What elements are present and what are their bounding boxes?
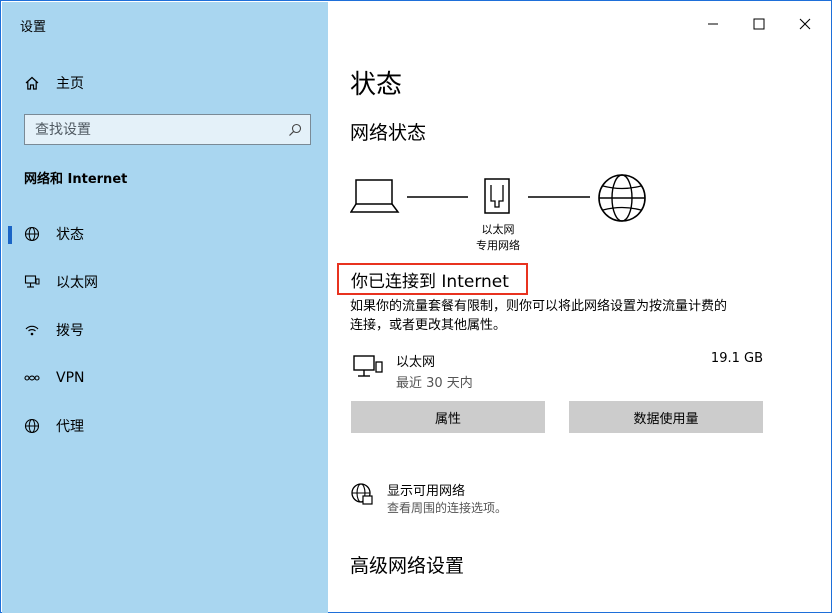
sidebar-item-label: 以太网 [56,275,98,291]
sidebar-item-label: 代理 [56,419,84,435]
sidebar-item-label: VPN [56,370,85,386]
home-label: 主页 [56,76,84,92]
globe-status-icon [24,226,40,242]
page-title: 状态 [350,70,403,100]
sidebar-item-label: 状态 [56,227,84,243]
home-icon [25,76,39,90]
sidebar: 设置 主页 网络和 Internet 状态 [2,2,328,613]
app-title: 设置 [20,20,47,35]
home-nav-item[interactable]: 主页 [24,72,84,94]
sidebar-item-proxy[interactable]: 代理 [2,409,328,443]
internet-globe-icon [598,174,646,222]
adapter-caption: 以太网 专用网络 [465,222,531,254]
ethernet-icon [24,274,40,290]
show-networks-subtitle: 查看周围的连接选项。 [387,501,508,515]
dialup-icon [24,322,40,338]
ethernet-adapter-icon [484,178,510,214]
search-input[interactable] [35,121,288,138]
sidebar-item-dialup[interactable]: 拨号 [2,313,328,347]
show-networks-icon [351,483,373,505]
adapter-name: 以太网 [481,223,515,236]
connected-status: 你已连接到 Internet [337,263,528,295]
sidebar-item-status[interactable]: 状态 [2,217,328,251]
search-box [24,114,311,145]
search-icon[interactable] [288,123,302,137]
adapter-network-type: 专用网络 [476,239,520,252]
properties-button[interactable]: 属性 [351,401,545,433]
laptop-icon [350,179,400,213]
metered-description: 如果你的流量套餐有限制，则你可以将此网络设置为按流量计费的 连接，或者更改其他属… [350,299,728,333]
ethernet-usage: 19.1 GB [710,351,763,366]
sidebar-item-label: 拨号 [56,323,84,339]
ethernet-name: 以太网 [396,355,436,370]
vpn-icon [24,370,40,386]
section-title: 网络和 Internet [24,172,128,187]
main-content: 状态 网络状态 以太网 专用网络 你已连接到 Internet 如果你的流量套餐… [328,2,832,613]
settings-window: 设置 主页 网络和 Internet 状态 [0,0,832,613]
network-status-heading: 网络状态 [350,122,427,144]
sidebar-item-vpn[interactable]: VPN [2,361,328,395]
sidebar-item-ethernet[interactable]: 以太网 [2,265,328,299]
show-networks-link[interactable]: 显示可用网络 [387,480,465,499]
advanced-settings-heading: 高级网络设置 [350,555,465,577]
ethernet-period: 最近 30 天内 [396,376,473,391]
ethernet-pc-icon [353,355,383,377]
data-usage-button[interactable]: 数据使用量 [569,401,763,433]
proxy-globe-icon [24,418,40,434]
